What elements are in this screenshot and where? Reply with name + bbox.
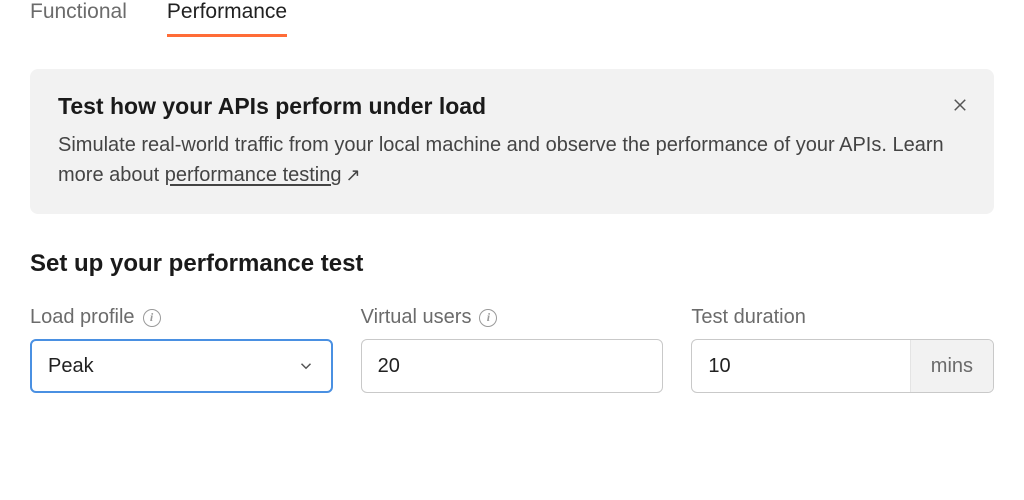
virtual-users-label: Virtual users [361,306,472,329]
load-profile-value: Peak [48,355,94,378]
banner-description: Simulate real-world traffic from your lo… [58,130,966,190]
fields-row: Load profile i Peak Virtual users i Test… [30,306,994,393]
section-heading: Set up your performance test [30,250,994,278]
field-virtual-users: Virtual users i [361,306,664,393]
info-icon[interactable]: i [479,309,497,327]
test-duration-input[interactable] [708,355,893,378]
test-duration-input-wrap: mins [691,339,994,393]
load-profile-label: Load profile [30,306,135,329]
close-icon[interactable] [946,91,974,119]
info-banner: Test how your APIs perform under load Si… [30,69,994,214]
test-duration-unit: mins [910,340,993,392]
virtual-users-input-wrap [361,339,664,393]
field-load-profile: Load profile i Peak [30,306,333,393]
tab-performance[interactable]: Performance [167,0,287,37]
load-profile-select[interactable]: Peak [30,339,333,393]
tabs-bar: Functional Performance [30,0,994,37]
tab-functional[interactable]: Functional [30,0,127,37]
virtual-users-input[interactable] [378,355,647,378]
chevron-down-icon [297,357,315,375]
field-test-duration: Test duration mins [691,306,994,393]
info-icon[interactable]: i [143,309,161,327]
banner-title: Test how your APIs perform under load [58,93,966,120]
performance-testing-link[interactable]: performance testing [165,164,342,186]
test-duration-label: Test duration [691,306,806,329]
external-link-icon: ↗ [346,162,361,189]
